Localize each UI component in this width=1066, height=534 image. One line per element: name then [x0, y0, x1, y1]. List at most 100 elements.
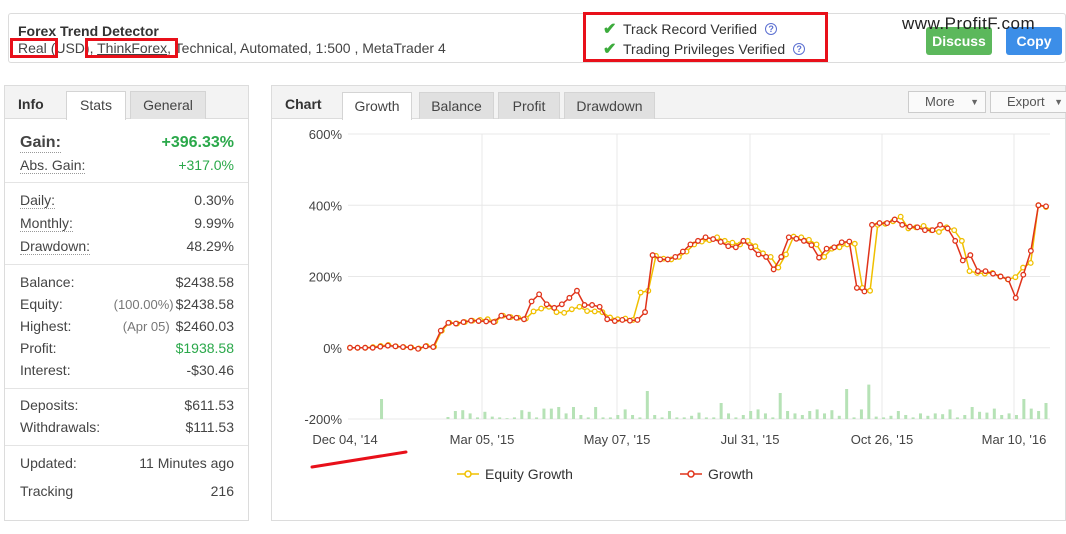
updated-value: 11 Minutes ago [139, 455, 234, 471]
x-tick-label: Oct 26, '15 [851, 432, 913, 447]
volume-bar [461, 410, 465, 419]
volume-bar [557, 407, 561, 419]
volume-bar [874, 416, 878, 419]
legend-equity-growth[interactable]: Equity Growth [457, 466, 573, 482]
y-tick-label: 200% [309, 270, 343, 285]
interest-label: Interest: [20, 362, 71, 378]
volume-bar [793, 413, 797, 419]
volume-bar [771, 417, 775, 419]
series-point [982, 268, 989, 275]
system-subtitle: Real (USD), ThinkForex, Technical, Autom… [18, 40, 446, 56]
series-point [763, 253, 770, 260]
volume-bar [623, 409, 627, 419]
volume-bar [808, 411, 812, 419]
volume-bar [594, 407, 598, 419]
annotation-box-real [10, 38, 58, 58]
series-point [935, 229, 942, 235]
series-point [800, 237, 807, 244]
volume-bar [926, 415, 930, 419]
series-point [392, 343, 399, 350]
highest-label: Highest: [20, 318, 72, 334]
series-point [748, 244, 754, 251]
volume-bar [727, 413, 731, 419]
tracking-value: 216 [210, 483, 234, 499]
annotation-box-broker [85, 38, 178, 58]
highest-value: $2460.03 [175, 318, 234, 334]
tab-general[interactable]: General [130, 91, 206, 119]
series-point [611, 318, 618, 324]
series-point [1043, 203, 1049, 210]
volume-bar [741, 415, 745, 419]
series-point [717, 238, 724, 245]
volume-bar [786, 411, 790, 419]
deposits-label: Deposits: [20, 397, 79, 413]
series-point [626, 317, 633, 324]
series-point [944, 225, 951, 232]
series-point [649, 252, 656, 259]
deposits-value: $611.53 [184, 397, 234, 413]
series-point [558, 301, 565, 308]
volume-bar [468, 413, 472, 419]
series-point [1005, 276, 1012, 283]
y-tick-label: 0% [323, 341, 342, 356]
volume-bar [970, 407, 974, 419]
series-point [897, 213, 904, 220]
series-point [884, 220, 891, 227]
legend-growth[interactable]: Growth [680, 466, 753, 482]
system-details: , Technical, Automated, 1:500 , MetaTrad… [167, 40, 446, 56]
volume-bar [638, 417, 642, 419]
series-point [838, 239, 845, 246]
y-tick-label: -200% [304, 412, 342, 427]
volume-bar [992, 408, 996, 419]
volume-bar [505, 418, 509, 419]
volume-bar [1007, 413, 1011, 419]
series-point [755, 251, 762, 258]
volume-bar [498, 417, 502, 419]
series-point [867, 287, 874, 294]
highest-value-wrap: (Apr 05) $2460.03 [123, 318, 234, 334]
tab-stats[interactable]: Stats [66, 91, 126, 120]
divider [5, 388, 248, 389]
volume-bar [446, 417, 450, 419]
volume-bar [586, 417, 590, 419]
volume-bar [867, 384, 871, 419]
series-point [543, 301, 550, 308]
gain-value: +396.33% [161, 134, 234, 151]
series-point [740, 237, 747, 244]
volume-bar [512, 417, 516, 419]
volume-bar [667, 411, 671, 419]
volume-bar [948, 409, 952, 419]
volume-bar [476, 417, 480, 419]
y-tick-label: 400% [309, 198, 343, 213]
series-point [853, 284, 860, 291]
volume-bar [918, 413, 922, 419]
volume-bar [616, 415, 620, 419]
volume-bar [571, 407, 575, 419]
volume-bar [719, 403, 723, 419]
volume-bar [985, 412, 989, 419]
series-point [1020, 271, 1027, 278]
series-point [967, 252, 974, 259]
daily-value: 0.30% [194, 192, 234, 208]
annotation-box-verified [583, 12, 828, 62]
volume-bar [704, 417, 708, 419]
series-point [445, 319, 452, 326]
series-point [1035, 202, 1042, 209]
monthly-label: Monthly: [20, 215, 73, 232]
volume-bar [549, 408, 553, 419]
system-title: Forex Trend Detector [18, 23, 159, 39]
volume-bar [904, 415, 908, 419]
series-point [498, 312, 505, 319]
drawdown-value: 48.29% [186, 238, 234, 254]
volume-bar [660, 417, 664, 419]
series-point [407, 344, 414, 351]
volume-bar [690, 415, 694, 419]
withdrawals-value: $111.53 [185, 419, 234, 435]
series-point [530, 308, 537, 315]
series-point [770, 266, 777, 273]
volume-bar [631, 415, 635, 419]
series-point [538, 305, 545, 312]
series-point [1012, 294, 1019, 301]
series-point [906, 223, 913, 230]
volume-bar [763, 413, 767, 419]
